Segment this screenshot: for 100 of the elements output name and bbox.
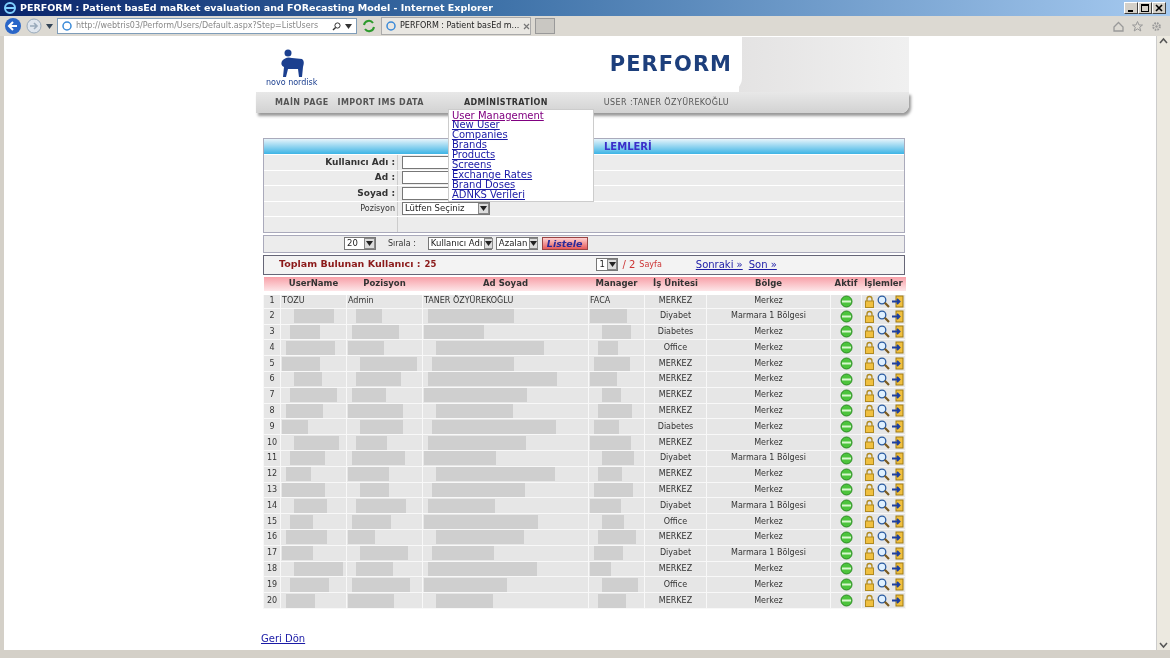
- row-number: 7: [269, 390, 275, 400]
- table-cell: Marmara 1 Bölgesi: [731, 548, 806, 558]
- section-heading: LEMLERİ: [604, 141, 652, 152]
- column-header: Bölge: [706, 276, 831, 293]
- select-field[interactable]: Lütfen Seçiniz: [402, 202, 490, 216]
- menu-item[interactable]: Exchange Rates: [451, 169, 533, 180]
- row-number: 14: [266, 500, 278, 510]
- table-cell: Merkez: [754, 342, 783, 352]
- menu-item[interactable]: User Management: [451, 110, 544, 121]
- column-header: Ad Soyad: [422, 276, 589, 293]
- table-cell: Diyabet: [659, 500, 692, 510]
- sort-select[interactable]: Kullanıcı Adı: [427, 237, 492, 250]
- table-cell: Diyabet: [659, 311, 692, 321]
- menu-item[interactable]: Brands: [451, 140, 487, 151]
- table-cell: TANER ÖZYÜREKOĞLU: [424, 296, 514, 306]
- sort-label: Sırala :: [388, 237, 416, 250]
- menu-item[interactable]: Screens: [451, 160, 492, 170]
- row-number: 1: [269, 296, 275, 306]
- table-cell: Merkez: [754, 358, 783, 368]
- table-cell: Admin: [348, 296, 374, 306]
- row-number: 8: [269, 405, 275, 415]
- column-header: İş Ünitesi: [644, 276, 707, 293]
- table-cell: MERKEZ: [658, 296, 693, 306]
- table-cell: Office: [663, 579, 688, 589]
- total-count: 25: [424, 258, 437, 271]
- list-button[interactable]: Listele: [541, 237, 588, 250]
- field-label: Pozisyon: [360, 202, 395, 215]
- order-select[interactable]: Azalan: [495, 237, 538, 250]
- menu-item[interactable]: Products: [451, 150, 496, 161]
- menu-item[interactable]: ADNKS Verileri: [451, 189, 525, 200]
- pager-link[interactable]: Sonraki »: [695, 257, 743, 272]
- row-number: 9: [269, 421, 275, 431]
- table-cell: MERKEZ: [658, 595, 693, 605]
- table-cell: Merkez: [754, 563, 783, 573]
- column-header: UserName: [280, 276, 347, 293]
- user-label: USER :TANER ÖZYÜREKOĞLU: [603, 96, 730, 109]
- table-cell: MERKEZ: [658, 532, 693, 542]
- menu-item[interactable]: Brand Doses: [451, 179, 516, 190]
- row-number: 15: [266, 516, 278, 526]
- table-cell: MERKEZ: [658, 374, 693, 384]
- row-number: 13: [266, 484, 278, 494]
- table-cell: Merkez: [754, 579, 783, 589]
- field-label: Ad :: [374, 171, 395, 184]
- table-cell: Merkez: [754, 390, 783, 400]
- column-header: Manager: [588, 276, 645, 293]
- table-cell: MERKEZ: [658, 358, 693, 368]
- table-cell: Merkez: [754, 405, 783, 415]
- table-cell: MERKEZ: [658, 469, 693, 479]
- row-number: 19: [266, 579, 278, 589]
- nav-item[interactable]: MAİN PAGE: [275, 97, 329, 107]
- table-cell: Diabetes: [657, 327, 694, 336]
- table-cell: Office: [663, 516, 688, 526]
- table-cell: Merkez: [754, 437, 783, 447]
- row-number: 11: [266, 453, 278, 463]
- table-cell: Merkez: [754, 532, 783, 542]
- row-number: 4: [269, 342, 275, 352]
- brand-title: PERFORM: [609, 50, 732, 78]
- table-cell: MERKEZ: [658, 437, 693, 447]
- table-cell: Marmara 1 Bölgesi: [731, 500, 806, 510]
- table-cell: MERKEZ: [658, 563, 693, 573]
- table-cell: Marmara 1 Bölgesi: [731, 311, 806, 321]
- table-cell: MERKEZ: [658, 484, 693, 494]
- table-cell: Merkez: [754, 469, 783, 479]
- table-cell: MERKEZ: [658, 405, 693, 415]
- row-number: 18: [266, 563, 278, 573]
- nav-item[interactable]: IMPORT IMS DATA: [337, 97, 424, 107]
- nav-item[interactable]: ADMİNİSTRATİON: [463, 97, 548, 107]
- row-number: 3: [269, 327, 275, 336]
- row-number: 17: [266, 548, 278, 558]
- window-title: PERFORM : Patient basEd maRket evaluation and FORecasting Model - Internet Explorer: [20, 0, 493, 15]
- page-select[interactable]: 1: [596, 258, 619, 271]
- back-link[interactable]: Geri Dön: [261, 632, 306, 644]
- table-cell: Merkez: [754, 327, 783, 336]
- table-cell: FACA: [590, 296, 611, 306]
- pager-link[interactable]: Son »: [748, 257, 777, 272]
- table-cell: Merkez: [754, 484, 783, 494]
- table-cell: Merkez: [754, 516, 783, 526]
- table-cell: Marmara 1 Bölgesi: [731, 453, 806, 463]
- column-header: Pozisyon: [346, 276, 423, 293]
- menu-item[interactable]: New User: [451, 120, 500, 131]
- page-size-select[interactable]: 20: [344, 237, 376, 250]
- row-number: 5: [269, 358, 275, 368]
- table-cell: Merkez: [754, 421, 783, 431]
- menu-item[interactable]: Companies: [451, 130, 508, 141]
- table-cell: Diabetes: [657, 421, 694, 431]
- page-total: / 2: [622, 258, 636, 272]
- table-cell: Office: [663, 342, 688, 352]
- row-number: 10: [266, 437, 278, 447]
- address-field[interactable]: http://webtris03/Perform/Users/Default.aspx?Step=ListUsers: [57, 18, 357, 34]
- field-label: Kullanıcı Adı :: [325, 155, 395, 169]
- row-number: 2: [269, 311, 275, 321]
- field-label: Soyad :: [357, 186, 395, 200]
- row-number: 6: [269, 374, 275, 384]
- column-header: İşlemler: [861, 276, 906, 293]
- browser-tab[interactable]: PERFORM : Patient basEd m...: [381, 17, 531, 35]
- table-cell: Merkez: [754, 374, 783, 384]
- page-unit: Sayfa: [639, 258, 662, 271]
- company-logo: novo nordisk: [266, 42, 318, 87]
- row-number: 20: [266, 595, 278, 605]
- table-cell: TOZU: [282, 296, 305, 306]
